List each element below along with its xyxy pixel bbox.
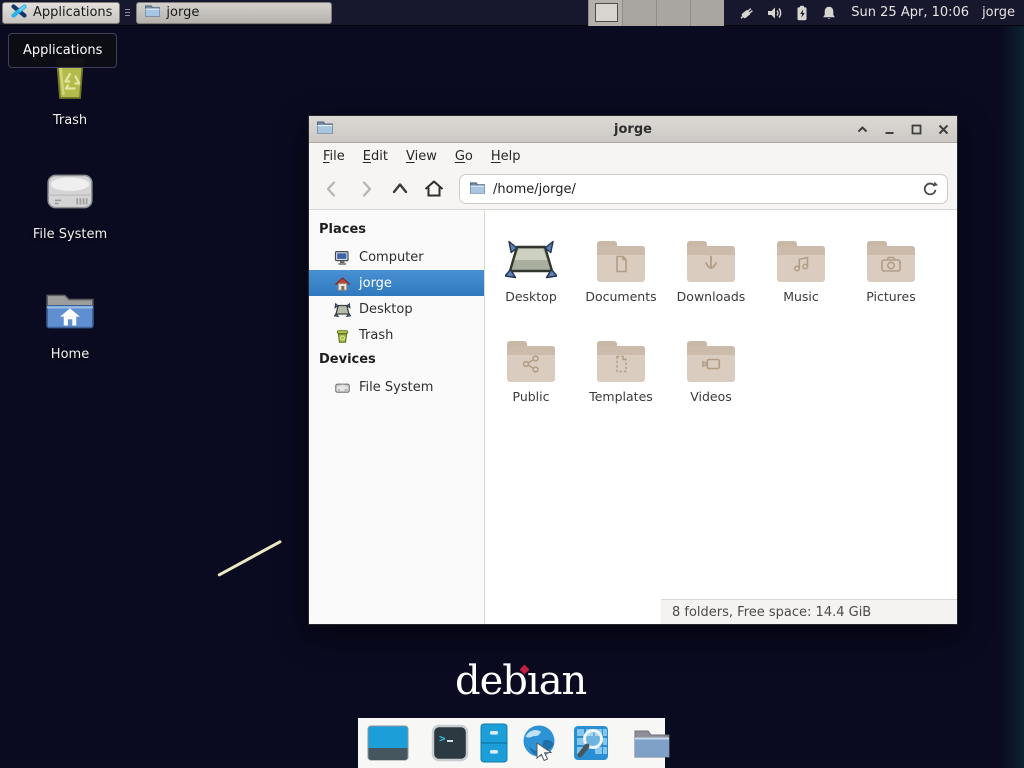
documents-folder-icon xyxy=(597,241,645,282)
xfce-logo-icon xyxy=(10,2,28,24)
sidebar-places-header: Places xyxy=(309,218,484,244)
file-downloads[interactable]: Downloads xyxy=(666,224,756,324)
templates-folder-icon xyxy=(597,341,645,382)
workspace-1[interactable] xyxy=(588,0,622,26)
status-bar: 8 folders, Free space: 14.4 GiB xyxy=(661,599,957,624)
workspace-4[interactable] xyxy=(690,0,724,26)
downloads-folder-icon xyxy=(687,241,735,282)
menu-edit[interactable]: Edit xyxy=(354,149,397,164)
desktop-icon xyxy=(334,301,351,318)
back-button[interactable] xyxy=(318,175,346,203)
app-finder-launcher[interactable] xyxy=(572,724,610,762)
taskbar-window-button[interactable]: jorge xyxy=(136,2,332,24)
path-folder-icon xyxy=(469,180,486,199)
debian-wordmark: debıan xyxy=(455,658,586,704)
taskbar-window-label: jorge xyxy=(166,5,199,20)
file-templates[interactable]: Templates xyxy=(576,324,666,424)
desktop-icon-label: Home xyxy=(51,347,89,362)
public-folder-icon xyxy=(507,341,555,382)
desktop-icon-file-system[interactable]: File System xyxy=(10,166,130,242)
applications-menu-button[interactable]: Applications xyxy=(2,2,120,24)
panel-clock[interactable]: Sun 25 Apr, 10:06 xyxy=(851,5,969,20)
workspace-window-preview xyxy=(595,3,618,22)
forward-button[interactable] xyxy=(352,175,380,203)
home-folder-icon xyxy=(43,288,97,340)
file-music[interactable]: Music xyxy=(756,224,846,324)
sidebar-item-computer[interactable]: Computer xyxy=(309,244,484,270)
menu-view[interactable]: View xyxy=(397,149,446,164)
folder-icon xyxy=(144,3,161,22)
toolbar: /home/jorge/ xyxy=(309,169,957,210)
window-body: Places Computer jorge xyxy=(309,210,957,624)
status-text: 8 folders, Free space: 14.4 GiB xyxy=(672,605,871,620)
menu-help[interactable]: Help xyxy=(482,149,530,164)
system-tray xyxy=(737,4,838,22)
reload-icon[interactable] xyxy=(920,180,938,198)
file-pictures[interactable]: Pictures xyxy=(846,224,936,324)
stray-line-artifact xyxy=(217,540,282,577)
music-folder-icon xyxy=(777,241,825,282)
minimize-button[interactable] xyxy=(882,122,896,136)
notifications-bell-icon[interactable] xyxy=(820,4,838,22)
up-button[interactable] xyxy=(386,175,414,203)
location-bar[interactable]: /home/jorge/ xyxy=(459,174,948,204)
home-icon xyxy=(334,275,351,292)
file-desktop[interactable]: Desktop xyxy=(486,224,576,324)
home-button[interactable] xyxy=(420,175,448,203)
workspace-switcher xyxy=(588,0,724,26)
bottom-dock: > xyxy=(358,718,665,768)
file-public[interactable]: Public xyxy=(486,324,576,424)
sidebar: Places Computer jorge xyxy=(309,210,485,624)
svg-text:>: > xyxy=(439,732,446,745)
top-panel: Applications jorge xyxy=(0,0,1024,26)
file-cabinet-launcher[interactable] xyxy=(480,723,508,763)
sidebar-item-desktop[interactable]: Desktop xyxy=(309,296,484,322)
applications-tooltip: Applications xyxy=(8,33,117,68)
applications-menu-label: Applications xyxy=(33,5,112,20)
path-text[interactable]: /home/jorge/ xyxy=(493,182,576,197)
sidebar-item-trash[interactable]: Trash xyxy=(309,322,484,348)
file-videos[interactable]: Videos xyxy=(666,324,756,424)
desktop-icon-label: Trash xyxy=(53,113,87,128)
sidebar-item-jorge[interactable]: jorge xyxy=(309,270,484,296)
icon-view: Desktop Documents xyxy=(485,210,957,624)
sidebar-item-file-system[interactable]: File System xyxy=(309,374,484,400)
drive-icon xyxy=(334,379,351,396)
window-titlebar[interactable]: jorge xyxy=(309,116,957,143)
computer-icon xyxy=(334,249,351,266)
shade-button[interactable] xyxy=(855,122,869,136)
panel-username: jorge xyxy=(982,5,1015,20)
battery-icon[interactable] xyxy=(793,4,811,22)
trash-icon xyxy=(334,327,351,344)
panel-grip xyxy=(123,5,132,21)
file-manager-window: jorge File Edit View Go Help xyxy=(308,115,958,625)
show-desktop-button[interactable] xyxy=(367,725,409,761)
terminal-launcher[interactable]: > xyxy=(431,724,469,762)
workspace-3[interactable] xyxy=(656,0,690,26)
menu-bar: File Edit View Go Help xyxy=(309,143,957,169)
sidebar-devices-header: Devices xyxy=(309,348,484,374)
network-plug-icon[interactable] xyxy=(737,4,757,22)
directory-menu-launcher[interactable] xyxy=(632,725,672,761)
workspace-2[interactable] xyxy=(622,0,656,26)
web-browser-launcher[interactable] xyxy=(519,722,561,764)
menu-file[interactable]: File xyxy=(314,149,354,164)
desktop-screen: Applications jorge xyxy=(0,0,1024,768)
maximize-button[interactable] xyxy=(909,122,923,136)
desktop-trapezoid-icon xyxy=(505,224,557,282)
menu-go[interactable]: Go xyxy=(446,149,482,164)
desktop-icon-label: File System xyxy=(33,227,107,242)
pictures-folder-icon xyxy=(867,241,915,282)
videos-folder-icon xyxy=(687,341,735,382)
close-button[interactable] xyxy=(936,122,950,136)
hard-drive-icon xyxy=(43,166,97,220)
desktop-icon-home[interactable]: Home xyxy=(10,288,130,362)
volume-icon[interactable] xyxy=(766,4,784,22)
file-documents[interactable]: Documents xyxy=(576,224,666,324)
